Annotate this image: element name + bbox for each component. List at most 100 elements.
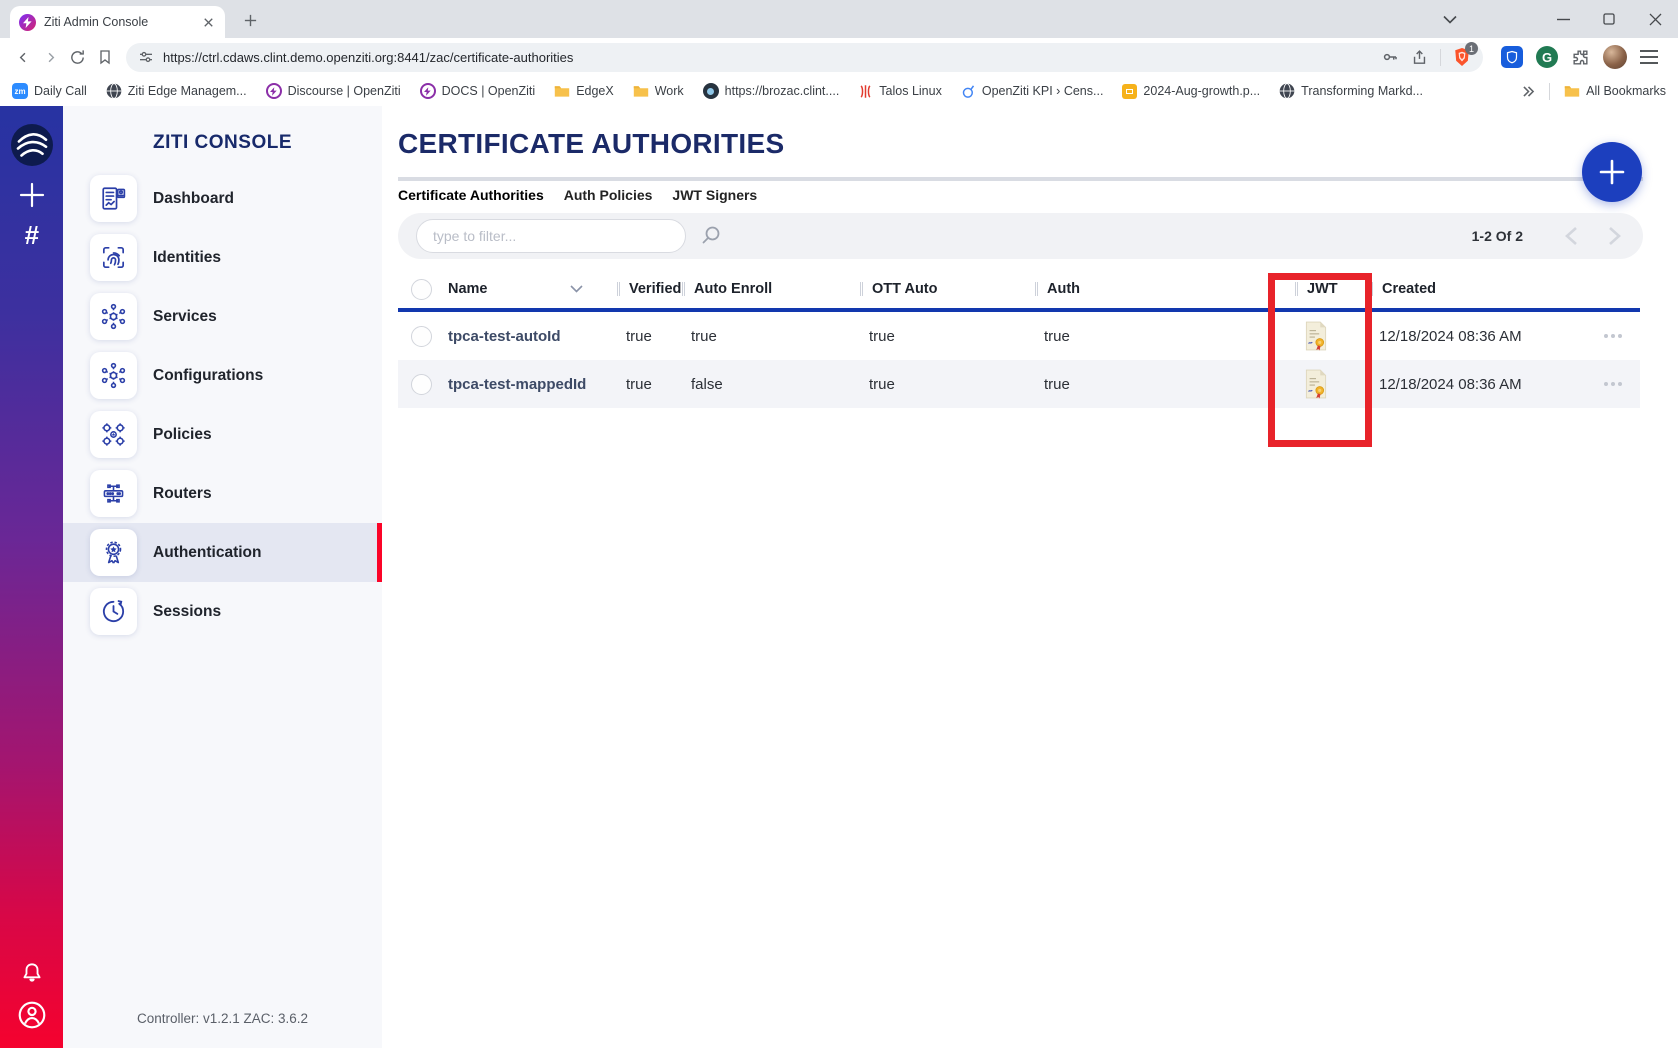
auto-enroll-value: false	[682, 376, 860, 393]
new-tab-button[interactable]	[237, 7, 263, 33]
clock-icon	[90, 588, 137, 635]
sidebar-item-sessions[interactable]: Sessions	[63, 582, 382, 641]
page-next-icon[interactable]	[1608, 226, 1621, 246]
subtabs: Certificate Authorities Auth Policies JW…	[398, 187, 757, 203]
dashboard-icon	[90, 175, 137, 222]
sort-chevron-icon	[570, 285, 583, 293]
minimize-button[interactable]	[1540, 0, 1586, 38]
bookmark-openziti-kpi[interactable]: OpenZiti KPI › Cens...	[961, 84, 1104, 99]
openziti-bolt-icon	[266, 83, 282, 99]
ott-auto-value: true	[860, 328, 1035, 345]
tab-certificate-authorities[interactable]: Certificate Authorities	[398, 187, 544, 203]
kpi-icon	[961, 84, 976, 99]
page-prev-icon[interactable]	[1565, 226, 1578, 246]
table-row[interactable]: tpca-test-mappedId true false true true …	[398, 360, 1640, 408]
pagination-label: 1-2 Of 2	[1472, 228, 1523, 244]
rail-add-icon[interactable]	[18, 181, 46, 209]
bookmark-work[interactable]: Work	[633, 84, 684, 98]
row-checkbox[interactable]	[411, 326, 432, 347]
browser-tab[interactable]: Ziti Admin Console	[10, 6, 225, 38]
back-icon[interactable]	[10, 44, 37, 71]
account-icon[interactable]	[16, 999, 48, 1031]
bookmark-2024-aug-growth[interactable]: 2024-Aug-growth.p...	[1122, 84, 1260, 99]
profile-avatar[interactable]	[1603, 45, 1627, 69]
column-auth[interactable]: Auth	[1035, 281, 1295, 297]
ziti-logo-icon[interactable]	[11, 124, 53, 166]
share-icon[interactable]	[1411, 49, 1428, 66]
brave-shield-icon[interactable]: 1	[1453, 47, 1471, 67]
column-auto-enroll[interactable]: Auto Enroll	[682, 281, 860, 297]
sidebar: ZITI CONSOLE Dashboard Identities	[63, 106, 382, 1048]
browser-window: Ziti Admin Console	[0, 0, 1678, 1048]
network-icon	[90, 352, 137, 399]
row-menu-button[interactable]	[1592, 334, 1640, 338]
sidebar-item-services[interactable]: Services	[63, 287, 382, 346]
tab-jwt-signers[interactable]: JWT Signers	[672, 187, 757, 203]
column-name[interactable]: Name	[448, 281, 617, 297]
jwt-certificate-icon[interactable]	[1303, 321, 1370, 351]
sidebar-item-authentication[interactable]: Authentication	[63, 523, 382, 582]
bookmarks-bar: zm Daily Call Ziti Edge Managem... Disco…	[0, 76, 1678, 106]
url-bar[interactable]: https://ctrl.cdaws.clint.demo.openziti.o…	[126, 43, 1483, 72]
column-ott-auto[interactable]: OTT Auto	[860, 281, 1035, 297]
column-verified[interactable]: Verified	[617, 281, 682, 297]
bookmark-edgex[interactable]: EdgeX	[554, 84, 614, 98]
sidebar-item-policies[interactable]: Policies	[63, 405, 382, 464]
award-ribbon-icon	[90, 529, 137, 576]
table-header: Name Verified Auto Enroll OTT Auto Auth …	[398, 270, 1640, 308]
jwt-certificate-icon[interactable]	[1303, 369, 1370, 399]
openziti-bolt-icon	[420, 83, 436, 99]
site-settings-icon[interactable]	[138, 49, 154, 65]
column-separator	[1295, 282, 1298, 296]
column-created[interactable]: Created	[1370, 281, 1592, 297]
url-text[interactable]: https://ctrl.cdaws.clint.demo.openziti.o…	[163, 50, 1381, 65]
search-icon[interactable]	[699, 224, 723, 248]
tab-close-icon[interactable]	[201, 15, 216, 30]
password-key-icon[interactable]	[1381, 48, 1399, 66]
bitwarden-icon[interactable]	[1501, 46, 1523, 68]
grammarly-icon[interactable]: G	[1536, 46, 1558, 68]
bookmarks-overflow-icon[interactable]	[1522, 86, 1535, 97]
close-window-button[interactable]	[1632, 0, 1678, 38]
sidebar-item-identities[interactable]: Identities	[63, 228, 382, 287]
row-checkbox[interactable]	[411, 374, 432, 395]
add-certificate-authority-button[interactable]	[1582, 142, 1642, 202]
notifications-bell-icon[interactable]	[19, 960, 45, 986]
column-separator	[1370, 282, 1373, 296]
tab-search-icon[interactable]	[1430, 0, 1470, 38]
verified-value: true	[617, 328, 682, 345]
bookmark-icon[interactable]	[91, 44, 118, 71]
urlbar-divider	[1440, 49, 1441, 66]
sidebar-item-configurations[interactable]: Configurations	[63, 346, 382, 405]
page-title: CERTIFICATE AUTHORITIES	[398, 128, 784, 160]
select-all-checkbox[interactable]	[411, 279, 432, 300]
forward-icon[interactable]	[37, 44, 64, 71]
sidebar-item-dashboard[interactable]: Dashboard	[63, 169, 382, 228]
bookmark-discourse-openziti[interactable]: Discourse | OpenZiti	[266, 83, 401, 99]
bookmark-daily-call[interactable]: zm Daily Call	[12, 83, 87, 99]
column-jwt[interactable]: JWT	[1295, 281, 1370, 297]
bookmark-talos-linux[interactable]: Talos Linux	[858, 84, 942, 99]
reload-icon[interactable]	[64, 44, 91, 71]
extensions-puzzle-icon[interactable]	[1571, 48, 1590, 67]
filter-input[interactable]	[416, 219, 686, 253]
list-toolbar: 1-2 Of 2	[398, 213, 1643, 259]
ca-name[interactable]: tpca-test-mappedId	[448, 376, 617, 393]
rail-hash-icon[interactable]: #	[24, 220, 38, 251]
sidebar-item-routers[interactable]: Routers	[63, 464, 382, 523]
table-row[interactable]: tpca-test-autoId true true true true 12/…	[398, 312, 1640, 360]
bookmark-transforming-markdown[interactable]: Transforming Markd...	[1279, 83, 1423, 99]
all-bookmarks-button[interactable]: All Bookmarks	[1564, 84, 1666, 98]
row-menu-button[interactable]	[1592, 382, 1640, 386]
ca-name[interactable]: tpca-test-autoId	[448, 328, 617, 345]
plus-icon	[1597, 157, 1627, 187]
title-divider	[398, 177, 1643, 181]
ziti-favicon-icon	[19, 14, 36, 31]
bookmark-docs-openziti[interactable]: DOCS | OpenZiti	[420, 83, 536, 99]
bookmark-ziti-edge[interactable]: Ziti Edge Managem...	[106, 83, 247, 99]
auth-value: true	[1035, 328, 1295, 345]
tab-auth-policies[interactable]: Auth Policies	[564, 187, 653, 203]
bookmark-brozac[interactable]: https://brozac.clint....	[703, 83, 840, 99]
maximize-button[interactable]	[1586, 0, 1632, 38]
menu-hamburger-icon[interactable]	[1640, 50, 1658, 64]
